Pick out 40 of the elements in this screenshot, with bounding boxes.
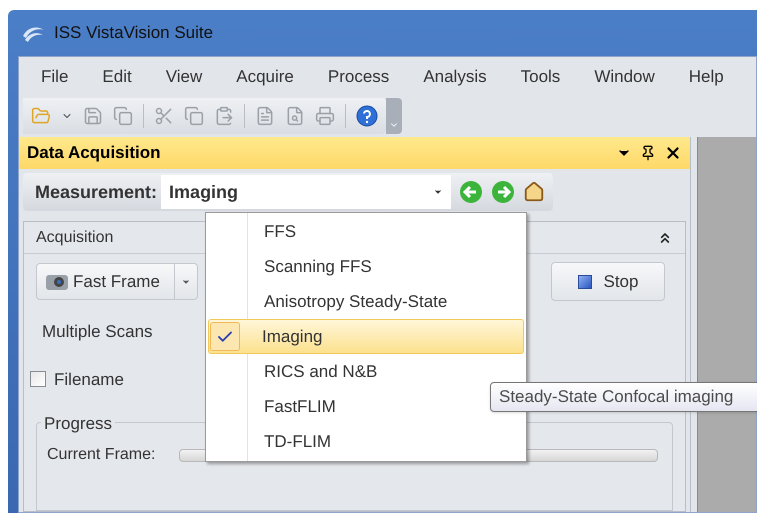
mode-split-button[interactable]: Fast Frame [36,263,198,300]
menu-item[interactable]: Process [328,64,390,90]
menu-item[interactable]: File [41,64,68,90]
dropdown-item[interactable]: Imaging [208,319,524,354]
paste-icon[interactable] [214,106,234,126]
print-icon[interactable] [315,106,335,126]
copy-icon[interactable] [184,106,204,126]
open-folder-icon[interactable] [31,106,51,126]
pin-icon[interactable] [640,145,656,161]
multiple-scans-label: Multiple Scans [42,321,153,343]
print-preview-icon[interactable] [285,106,305,126]
forward-icon[interactable] [491,180,516,204]
filename-label: Filename [54,368,124,390]
back-icon[interactable] [459,180,484,204]
page-icon[interactable] [255,106,275,126]
measurement-select[interactable]: Imaging [161,175,452,209]
dropdown-item[interactable]: FFS [208,214,524,249]
menu-item[interactable]: View [166,64,202,90]
dropdown-item[interactable]: Anisotropy Steady-State [208,284,524,319]
measurement-label: Measurement: [35,180,158,204]
panel-title: Data Acquisition [27,142,162,164]
filename-checkbox[interactable] [30,371,46,388]
menu-item[interactable]: Tools [520,64,560,90]
help-icon[interactable] [356,105,378,127]
dropdown-item[interactable]: TD-FLIM [208,424,524,459]
window-title: ISS VistaVision Suite [54,22,214,44]
current-frame-label: Current Frame: [47,445,156,465]
tooltip: Steady-State Confocal imaging [490,382,757,412]
stop-button[interactable]: Stop [551,262,665,301]
save-icon[interactable] [83,106,103,126]
dropdown-item[interactable]: Scanning FFS [208,249,524,284]
menu-item[interactable]: Window [594,64,655,90]
home-icon[interactable] [523,181,546,203]
toolbar-overflow-button[interactable] [386,98,402,134]
menu-item[interactable]: Help [688,64,724,90]
cut-icon[interactable] [154,106,174,126]
menu-item[interactable]: Edit [102,64,132,90]
menu-item[interactable]: Analysis [423,64,487,90]
menu-item[interactable]: Acquire [236,64,294,90]
section-title: Acquisition [36,228,114,248]
